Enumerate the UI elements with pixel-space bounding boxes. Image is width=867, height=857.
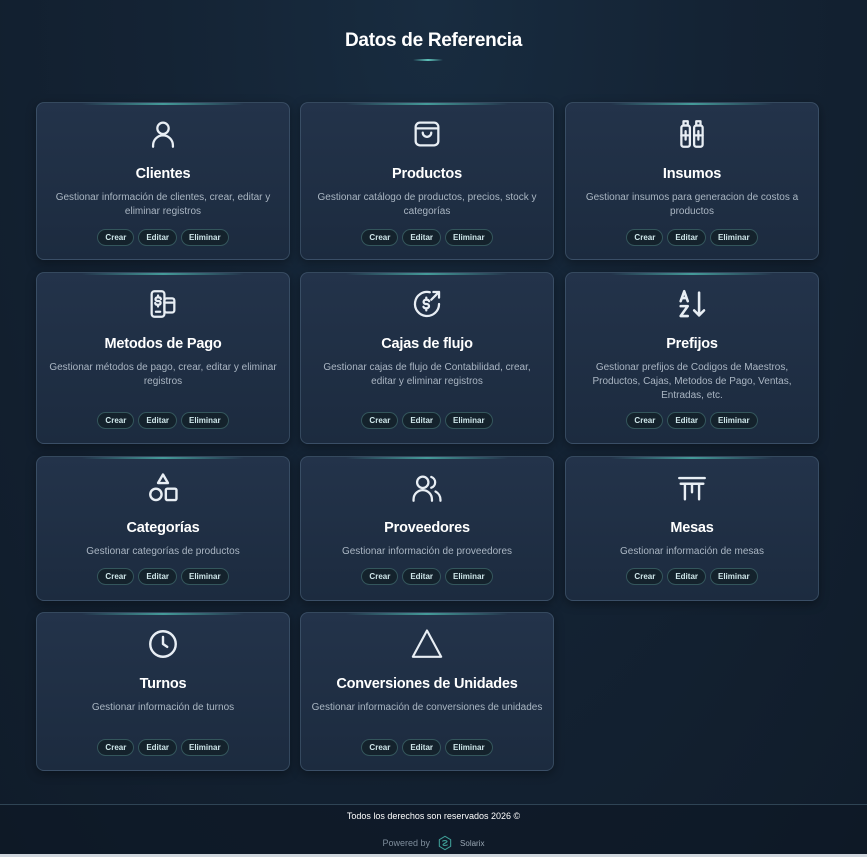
delete-button[interactable]: Eliminar bbox=[710, 229, 758, 246]
card-productos[interactable]: Productos Gestionar catálogo de producto… bbox=[300, 102, 554, 260]
edit-button[interactable]: Editar bbox=[402, 568, 441, 585]
shapes-icon bbox=[146, 471, 180, 505]
card-clientes[interactable]: Clientes Gestionar información de client… bbox=[36, 102, 290, 260]
card-title: Proveedores bbox=[384, 520, 470, 536]
delete-button[interactable]: Eliminar bbox=[445, 412, 493, 429]
payment-methods-icon bbox=[146, 287, 180, 321]
card-description: Gestionar prefijos de Codigos de Maestro… bbox=[592, 362, 792, 401]
sort-az-icon bbox=[675, 287, 709, 321]
cash-flow-icon bbox=[410, 287, 444, 321]
card-title: Cajas de flujo bbox=[381, 336, 473, 352]
edit-button[interactable]: Editar bbox=[667, 568, 706, 585]
delete-button[interactable]: Eliminar bbox=[710, 412, 758, 429]
delete-button[interactable]: Eliminar bbox=[445, 739, 493, 756]
card-conversiones-de-unidades[interactable]: Conversiones de Unidades Gestionar infor… bbox=[300, 612, 554, 771]
powered-by: Powered by Solarix bbox=[0, 835, 867, 851]
card-title: Turnos bbox=[139, 676, 187, 692]
card-mesas[interactable]: Mesas Gestionar información de mesas Cre… bbox=[565, 456, 819, 601]
card-description: Gestionar catálogo de productos, precios… bbox=[317, 192, 537, 217]
edit-button[interactable]: Editar bbox=[138, 412, 177, 429]
create-button[interactable]: Crear bbox=[361, 412, 399, 429]
card-categorias[interactable]: Categorías Gestionar categorías de produ… bbox=[36, 456, 290, 601]
card-turnos[interactable]: Turnos Gestionar información de turnos C… bbox=[36, 612, 290, 771]
card-description: Gestionar información de conversiones de… bbox=[311, 702, 543, 713]
powered-by-label: Powered by bbox=[382, 838, 431, 848]
create-button[interactable]: Crear bbox=[97, 229, 135, 246]
edit-button[interactable]: Editar bbox=[402, 229, 441, 246]
card-title: Metodos de Pago bbox=[104, 336, 222, 352]
edit-button[interactable]: Editar bbox=[138, 568, 177, 585]
delete-button[interactable]: Eliminar bbox=[181, 568, 229, 585]
card-insumos[interactable]: Insumos Gestionar insumos para generacio… bbox=[565, 102, 819, 260]
card-title: Prefijos bbox=[666, 336, 718, 352]
copyright-text: Todos los derechos son reservados 2026 © bbox=[346, 811, 521, 821]
card-proveedores[interactable]: Proveedores Gestionar información de pro… bbox=[300, 456, 554, 601]
delete-button[interactable]: Eliminar bbox=[710, 568, 758, 585]
delete-button[interactable]: Eliminar bbox=[445, 568, 493, 585]
brand-name[interactable]: Solarix bbox=[460, 839, 484, 848]
table-icon bbox=[675, 471, 709, 505]
card-prefijos[interactable]: Prefijos Gestionar prefijos de Codigos d… bbox=[565, 272, 819, 444]
delete-button[interactable]: Eliminar bbox=[181, 412, 229, 429]
delete-button[interactable]: Eliminar bbox=[181, 229, 229, 246]
edit-button[interactable]: Editar bbox=[138, 739, 177, 756]
shopping-bag-icon bbox=[410, 117, 444, 151]
delete-button[interactable]: Eliminar bbox=[445, 229, 493, 246]
page-title: Datos de Referencia bbox=[345, 30, 522, 51]
card-title: Mesas bbox=[670, 520, 714, 536]
solarix-logo-icon bbox=[437, 835, 453, 851]
bottles-icon bbox=[675, 117, 709, 151]
create-button[interactable]: Crear bbox=[97, 568, 135, 585]
card-title: Conversiones de Unidades bbox=[336, 676, 518, 692]
edit-button[interactable]: Editar bbox=[402, 739, 441, 756]
triangle-icon bbox=[410, 627, 444, 661]
edit-button[interactable]: Editar bbox=[667, 412, 706, 429]
card-title: Categorías bbox=[126, 520, 200, 536]
card-description: Gestionar métodos de pago, crear, editar… bbox=[49, 362, 277, 387]
create-button[interactable]: Crear bbox=[361, 739, 399, 756]
create-button[interactable]: Crear bbox=[361, 229, 399, 246]
create-button[interactable]: Crear bbox=[361, 568, 399, 585]
title-underline bbox=[413, 59, 443, 61]
create-button[interactable]: Crear bbox=[626, 568, 664, 585]
card-description: Gestionar información de mesas bbox=[620, 546, 764, 557]
card-description: Gestionar cajas de flujo de Contabilidad… bbox=[323, 362, 531, 387]
card-title: Insumos bbox=[662, 166, 722, 182]
create-button[interactable]: Crear bbox=[97, 739, 135, 756]
create-button[interactable]: Crear bbox=[97, 412, 135, 429]
card-title: Clientes bbox=[135, 166, 191, 182]
create-button[interactable]: Crear bbox=[626, 412, 664, 429]
card-description: Gestionar información de proveedores bbox=[341, 546, 513, 557]
create-button[interactable]: Crear bbox=[626, 229, 664, 246]
edit-button[interactable]: Editar bbox=[138, 229, 177, 246]
card-description: Gestionar insumos para generacion de cos… bbox=[585, 192, 799, 217]
edit-button[interactable]: Editar bbox=[667, 229, 706, 246]
delete-button[interactable]: Eliminar bbox=[181, 739, 229, 756]
clock-icon bbox=[146, 627, 180, 661]
card-description: Gestionar categorías de productos bbox=[86, 546, 240, 557]
card-cajas-de-flujo[interactable]: Cajas de flujo Gestionar cajas de flujo … bbox=[300, 272, 554, 444]
edit-button[interactable]: Editar bbox=[402, 412, 441, 429]
card-description: Gestionar información de turnos bbox=[91, 702, 235, 713]
card-metodos-de-pago[interactable]: Metodos de Pago Gestionar métodos de pag… bbox=[36, 272, 290, 444]
card-description: Gestionar información de clientes, crear… bbox=[55, 192, 271, 217]
user-icon bbox=[146, 117, 180, 151]
card-title: Productos bbox=[392, 166, 462, 182]
footer: Todos los derechos son reservados 2026 ©… bbox=[0, 804, 867, 857]
users-icon bbox=[410, 471, 444, 505]
